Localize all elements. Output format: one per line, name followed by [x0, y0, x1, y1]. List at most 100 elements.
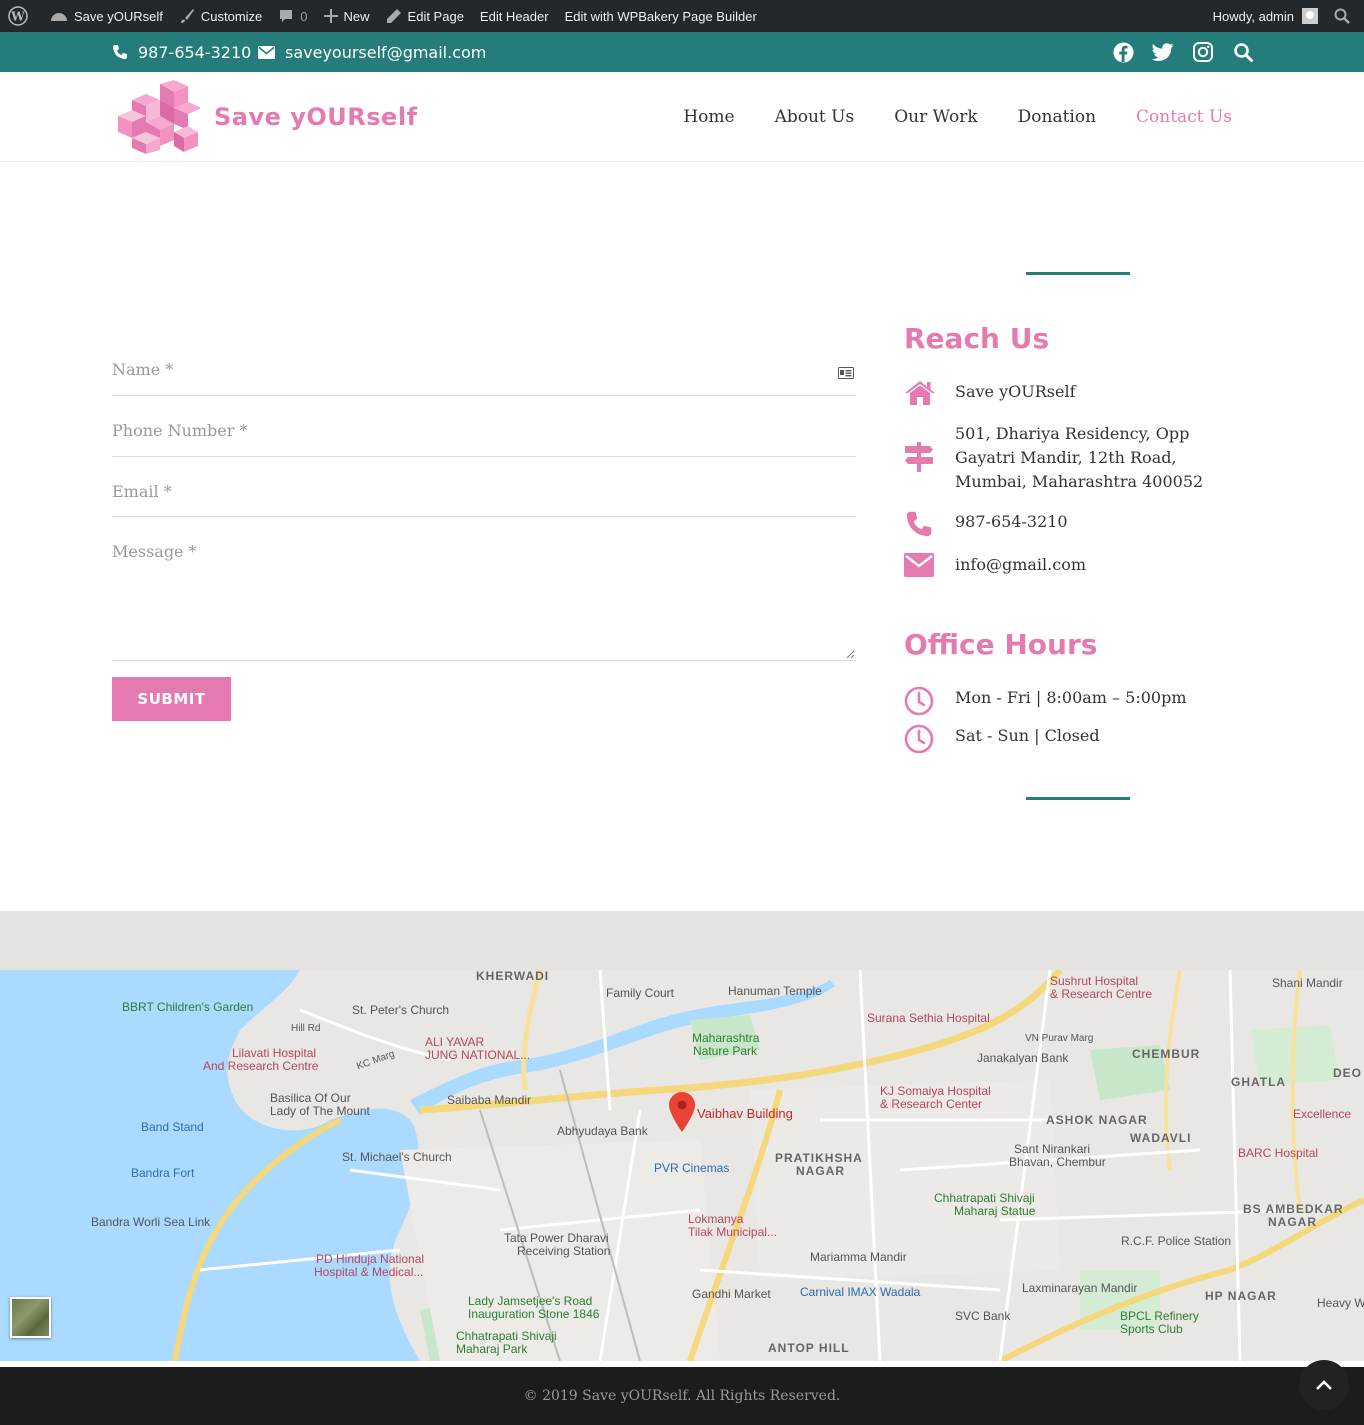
map-label-sushrut-2: & Research Centre — [1050, 987, 1153, 1001]
map-label-hp-nagar: HP NAGAR — [1205, 1289, 1277, 1303]
reach-email-row: info@gmail.com — [904, 553, 1245, 577]
nav-contact-us[interactable]: Contact Us — [1136, 107, 1232, 127]
facebook-icon[interactable] — [1112, 41, 1134, 63]
map-label-gandhi[interactable]: Gandhi Market — [692, 1288, 771, 1301]
nav-home[interactable]: Home — [683, 107, 734, 127]
map-label-hinduja-2: Hospital & Medical... — [314, 1265, 424, 1279]
wp-admin-bar: W Save yOURself Customize 0 New Edit Pag… — [0, 0, 1364, 32]
nav-our-work[interactable]: Our Work — [894, 107, 977, 127]
map-label-st-peter[interactable]: St. Peter's Church — [352, 1004, 449, 1017]
scroll-to-top-button[interactable] — [1299, 1360, 1349, 1410]
brush-icon — [180, 9, 194, 23]
map-label-shani[interactable]: Shani Mandir — [1272, 977, 1343, 990]
clock-icon — [904, 686, 955, 716]
nav-donation[interactable]: Donation — [1018, 107, 1096, 127]
footer-copyright: © 2019 Save yOURself. All Rights Reserve… — [523, 1388, 841, 1404]
map-label-nagar: NAGAR — [796, 1164, 845, 1178]
map-label-hill-rd: Hill Rd — [291, 1023, 321, 1034]
map-label-ali-yavar-2: JUNG NATIONAL... — [425, 1048, 531, 1062]
phone-icon — [113, 45, 127, 59]
map-label-bbrt[interactable]: BBRT Children's Garden — [122, 1001, 253, 1014]
email-field[interactable]: Email * — [112, 482, 856, 517]
clock-icon — [904, 724, 955, 754]
map-label-rcf[interactable]: R.C.F. Police Station — [1121, 1235, 1231, 1248]
edit-page-link[interactable]: Edit Page — [378, 0, 472, 32]
satellite-toggle-button[interactable] — [10, 1297, 51, 1338]
contact-card-icon — [838, 367, 854, 379]
map-label-sea-link[interactable]: Bandra Worli Sea Link — [91, 1216, 210, 1229]
reach-phone[interactable]: 987-654-3210 — [955, 510, 1245, 534]
customize-link[interactable]: Customize — [171, 0, 270, 32]
twitter-icon[interactable] — [1152, 41, 1174, 63]
map-label-ghatla: GHATLA — [1231, 1075, 1287, 1089]
edit-wpbakery-link[interactable]: Edit with WPBakery Page Builder — [557, 0, 765, 32]
site-header: Save yOURself Home About Us Our Work Don… — [0, 72, 1364, 162]
wordpress-logo-icon[interactable]: W — [0, 0, 42, 32]
map-label-svc[interactable]: SVC Bank — [955, 1310, 1010, 1323]
hours-weekend-row: Sat - Sun | Closed — [904, 724, 1245, 754]
topbar-email[interactable]: saveyourself@gmail.com — [258, 32, 486, 72]
admin-search-button[interactable] — [1326, 0, 1364, 32]
admin-site-name-link[interactable]: Save yOURself — [42, 0, 171, 32]
map-label-lady-j-2: Inauguration Stone 1846 — [468, 1307, 600, 1321]
admin-site-name: Save yOURself — [74, 8, 163, 24]
resize-handle-icon[interactable] — [846, 650, 855, 659]
dashboard-icon — [51, 13, 67, 21]
name-placeholder: Name * — [112, 360, 174, 379]
map-label-janakalyan[interactable]: Janakalyan Bank — [977, 1052, 1068, 1065]
instagram-icon[interactable] — [1192, 41, 1214, 63]
map-label-imax[interactable]: Carnival IMAX Wadala — [800, 1286, 920, 1299]
map-label-heavy: Heavy W — [1317, 1296, 1364, 1310]
phone-field[interactable]: Phone Number * — [112, 421, 856, 457]
reach-address-row: 501, Dhariya Residency, Opp Gayatri Mand… — [904, 422, 1245, 494]
email-placeholder: Email * — [112, 482, 172, 501]
signpost-icon — [904, 422, 955, 472]
map-label-bs-nagar: NAGAR — [1268, 1215, 1317, 1229]
edit-header-link[interactable]: Edit Header — [472, 0, 557, 32]
site-logo[interactable]: Save yOURself — [116, 80, 418, 154]
map-label-bandra-fort[interactable]: Bandra Fort — [131, 1167, 194, 1180]
hours-weekday-row: Mon - Fri | 8:00am – 5:00pm — [904, 686, 1245, 716]
submit-button[interactable]: SUBMIT — [112, 677, 231, 721]
map-label-band-stand[interactable]: Band Stand — [141, 1121, 204, 1134]
name-field[interactable]: Name * — [112, 360, 856, 396]
search-icon[interactable] — [1232, 41, 1254, 63]
google-map[interactable]: KHERWADI BBRT Children's Garden St. Pete… — [0, 970, 1364, 1361]
comments-link[interactable]: 0 — [270, 0, 315, 32]
envelope-icon — [904, 553, 955, 577]
map-label-tata-2: Receiving Station — [517, 1244, 611, 1258]
reach-org-row: Save yOURself — [904, 380, 1245, 406]
pencil-icon — [386, 9, 401, 23]
logo-text: Save yOURself — [214, 103, 418, 131]
phone-icon — [904, 510, 955, 538]
message-textarea[interactable]: Message * — [112, 542, 856, 661]
map-marker-icon[interactable] — [669, 1092, 695, 1132]
map-label-excellence[interactable]: Excellence — [1293, 1108, 1351, 1121]
map-label-family-court[interactable]: Family Court — [606, 987, 674, 1000]
plus-icon — [323, 9, 338, 23]
map-label-abhyudaya[interactable]: Abhyudaya Bank — [557, 1125, 648, 1138]
map-marker-label: Vaibhav Building — [697, 1106, 793, 1121]
map-label-pvr[interactable]: PVR Cinemas — [654, 1162, 729, 1175]
map-label-chembur: CHEMBUR — [1132, 1047, 1201, 1061]
map-label-laxmi[interactable]: Laxminarayan Mandir — [1022, 1282, 1137, 1295]
map-label-surana[interactable]: Surana Sethia Hospital — [867, 1012, 990, 1025]
topbar-phone[interactable]: 987-654-3210 — [112, 32, 251, 72]
phone-placeholder: Phone Number * — [112, 421, 248, 440]
map-label-bpcl-2: Sports Club — [1120, 1322, 1183, 1336]
new-content-link[interactable]: New — [316, 0, 378, 32]
chevron-up-icon — [1316, 1380, 1332, 1390]
map-label-mariamma[interactable]: Mariamma Mandir — [810, 1251, 907, 1264]
account-menu[interactable]: Howdy, admin — [1205, 0, 1326, 32]
map-label-lilavati-2: And Research Centre — [203, 1059, 319, 1073]
hours-weekday: Mon - Fri | 8:00am – 5:00pm — [955, 688, 1187, 707]
reach-us-heading: Reach Us — [904, 322, 1050, 355]
map-label-barc[interactable]: BARC Hospital — [1238, 1147, 1318, 1160]
nav-about-us[interactable]: About Us — [775, 107, 855, 127]
map-label-kherwadi: KHERWADI — [476, 970, 550, 983]
reach-email[interactable]: info@gmail.com — [955, 553, 1245, 577]
map-label-shivaji-statue-2: Maharaj Statue — [954, 1204, 1036, 1218]
map-label-st-michael[interactable]: St. Michael's Church — [342, 1151, 452, 1164]
map-label-hanuman[interactable]: Hanuman Temple — [728, 985, 822, 998]
map-label-saibaba[interactable]: Saibaba Mandir — [447, 1094, 531, 1107]
